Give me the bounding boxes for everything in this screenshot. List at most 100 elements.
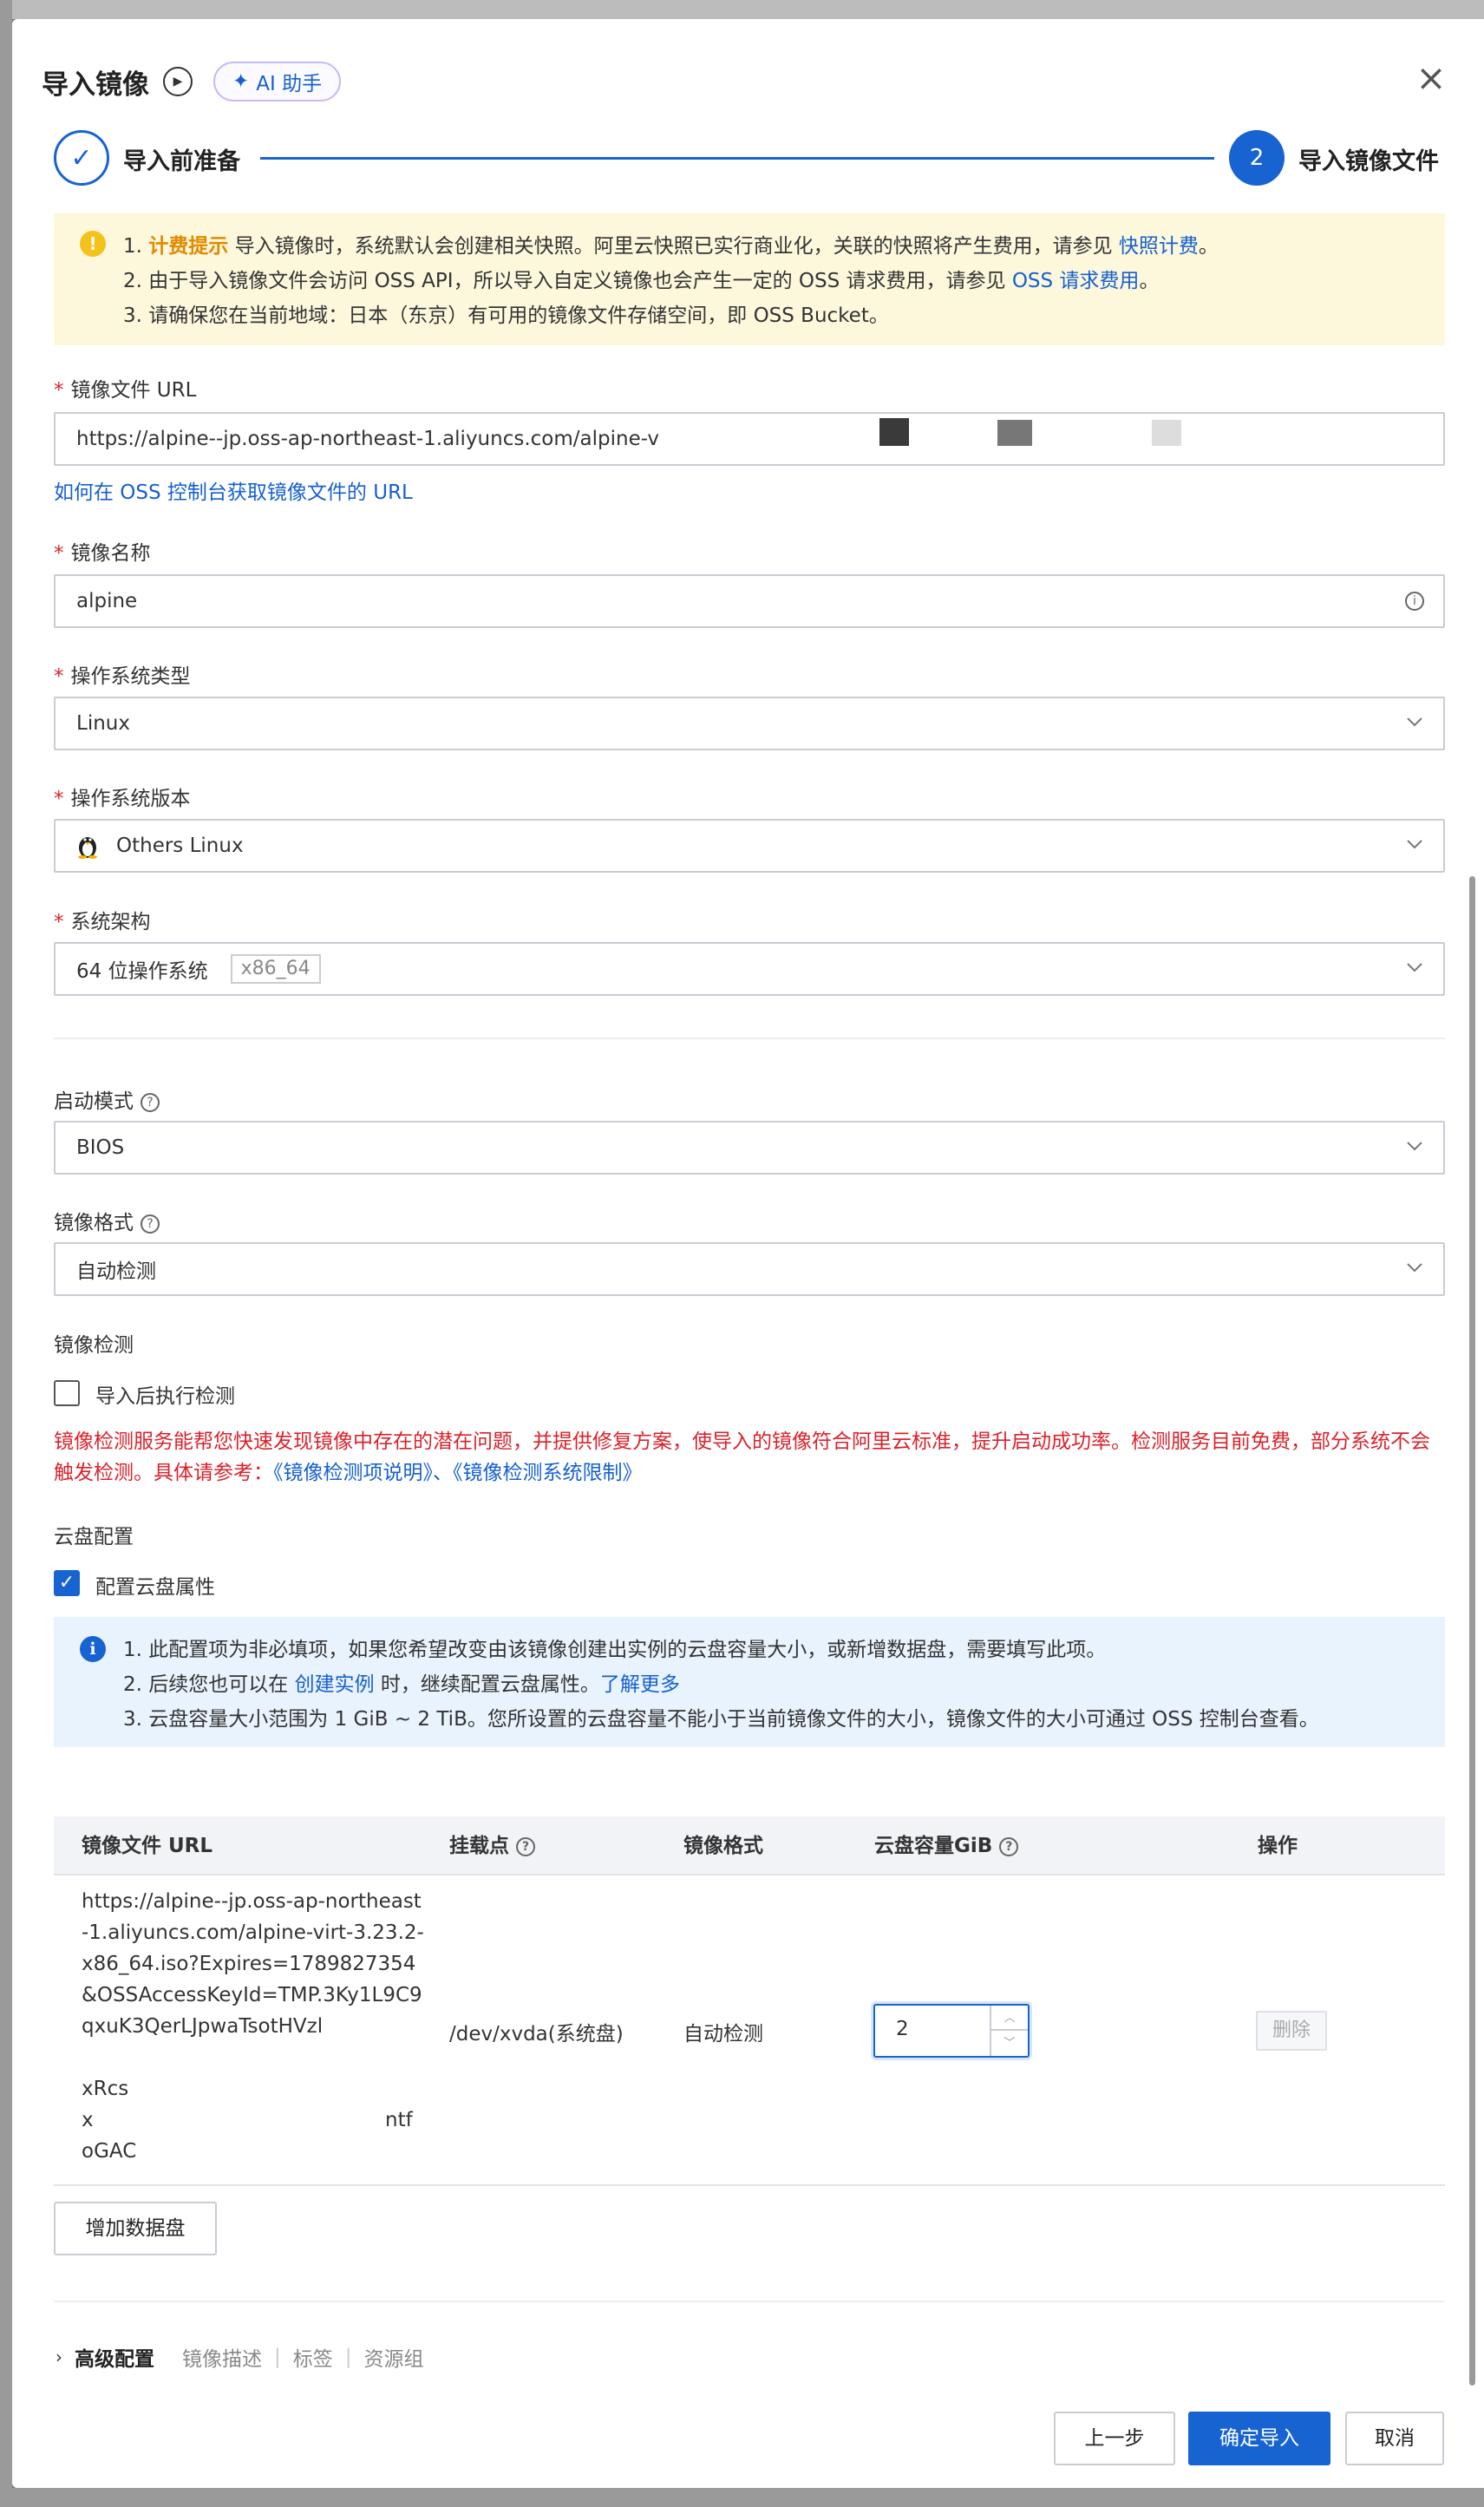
sparkle-icon: ✦: [232, 70, 250, 93]
image-format-value: 自动检测: [76, 1260, 156, 1283]
row-mount-point: /dev/xvda(系统盘): [449, 2023, 624, 2046]
billing-tip-label: 计费提示: [148, 235, 229, 258]
image-check-label: 镜像检测: [54, 1334, 134, 1357]
info-icon: i: [80, 1636, 106, 1662]
oss-url-help-link[interactable]: 如何在 OSS 控制台获取镜像文件的 URL: [54, 475, 413, 505]
architecture-value: 64 位操作系统: [76, 960, 208, 983]
advanced-item-resource-group: 资源组: [363, 2348, 424, 2371]
warning-line-1: 1. 计费提示 导入镜像时，系统默认会创建相关快照。阿里云快照已实行商业化，关联…: [123, 229, 1445, 264]
disk-config-checkbox[interactable]: ✓: [54, 1570, 80, 1596]
help-icon[interactable]: ?: [141, 1214, 160, 1234]
col-disk-size: 云盘容量GiB?: [874, 1816, 1019, 1875]
image-check-desc-text: 镜像检测服务能帮您快速发现镜像中存在的潜在问题，并提供修复方案，使导入的镜像符合…: [54, 1430, 1430, 1484]
disk-size-stepper[interactable]: 2 ︿ ﹀: [873, 2004, 1030, 2058]
backdrop-bottom: [0, 2488, 1484, 2507]
separator: |: [344, 2346, 352, 2368]
billing-warning-box: ! 1. 计费提示 导入镜像时，系统默认会创建相关快照。阿里云快照已实行商业化，…: [54, 213, 1445, 345]
help-icon[interactable]: ?: [999, 1836, 1019, 1856]
create-instance-link[interactable]: 创建实例: [295, 1673, 375, 1696]
advanced-config-title: 高级配置: [75, 2348, 154, 2371]
chevron-down-icon[interactable]: ﹀: [991, 2031, 1028, 2056]
image-format-select[interactable]: 自动检测: [54, 1242, 1445, 1296]
scrollbar[interactable]: [1469, 876, 1475, 2386]
image-url-value: https://alpine--jp.oss-ap-northeast-1.al…: [76, 428, 660, 450]
disk-config-option-label[interactable]: 配置云盘属性: [95, 1570, 215, 1600]
os-type-value: Linux: [76, 712, 130, 735]
table-row-border: [54, 2184, 1445, 2186]
chevron-down-icon: [1405, 1258, 1424, 1277]
disk-size-value: 2: [896, 2018, 909, 2040]
image-url-label: * 镜像文件 URL: [54, 379, 197, 402]
image-format-label: 镜像格式?: [54, 1206, 160, 1235]
step-connector: [260, 157, 1214, 160]
image-check-checkbox[interactable]: [54, 1380, 80, 1406]
row-image-url: https://alpine--jp.oss-ap-northeast-1.al…: [82, 1886, 428, 2167]
advanced-item-tags: 标签: [292, 2348, 333, 2371]
chevron-down-icon: [1405, 1136, 1424, 1155]
linux-penguin-icon: [76, 833, 99, 859]
step1-label: 导入前准备: [123, 148, 240, 175]
row-url-redacted-lines: xRcs x ntf oGAC: [82, 2073, 428, 2167]
image-name-label: * 镜像名称: [54, 542, 151, 565]
image-check-description: 镜像检测服务能帮您快速发现镜像中存在的潜在问题，并提供修复方案，使导入的镜像符合…: [54, 1426, 1445, 1489]
previous-step-button[interactable]: 上一步: [1054, 2412, 1175, 2465]
boot-mode-select[interactable]: BIOS: [54, 1121, 1445, 1175]
boot-mode-value: BIOS: [76, 1136, 125, 1159]
image-name-input[interactable]: alpine i: [54, 574, 1445, 628]
info-icon: i: [1405, 592, 1424, 611]
step2-number: 2: [1229, 130, 1285, 186]
architecture-tag: x86_64: [230, 954, 321, 984]
disk-table-header: 镜像文件 URL 挂载点? 镜像格式 云盘容量GiB? 操作: [54, 1816, 1445, 1875]
os-type-select[interactable]: Linux: [54, 697, 1445, 750]
col-image-url: 镜像文件 URL: [82, 1835, 213, 1857]
stepper-arrows: ︿ ﹀: [990, 2006, 1028, 2056]
architecture-select[interactable]: 64 位操作系统 x86_64: [54, 942, 1445, 996]
chevron-up-icon[interactable]: ︿: [991, 2006, 1028, 2031]
info-l2-mid: 时，继续配置云盘属性。: [380, 1673, 600, 1696]
info-line-1: 1. 此配置项为非必填项，如果您希望改变由该镜像创建出实例的云盘容量大小，或新增…: [123, 1639, 1107, 1661]
os-type-label: * 操作系统类型: [54, 665, 191, 688]
help-icon[interactable]: ?: [141, 1092, 160, 1112]
oss-request-billing-link[interactable]: OSS 请求费用: [1012, 270, 1140, 292]
row-url-tail: ntf: [385, 2109, 413, 2131]
row-url-text: https://alpine--jp.oss-ap-northeast-1.al…: [82, 1890, 424, 2038]
delete-button[interactable]: 删除: [1256, 2011, 1327, 2051]
chevron-down-icon: [1405, 835, 1424, 854]
warning-icon: !: [80, 231, 106, 257]
advanced-item-description: 镜像描述: [182, 2348, 262, 2371]
architecture-label: * 系统架构: [54, 911, 151, 933]
snapshot-billing-link[interactable]: 快照计费: [1119, 235, 1199, 258]
cancel-button[interactable]: 取消: [1345, 2412, 1444, 2465]
os-version-select[interactable]: Others Linux: [54, 819, 1445, 873]
info-line-3: 3. 云盘容量大小范围为 1 GiB ~ 2 TiB。您所设置的云盘容量不能小于…: [123, 1708, 1319, 1731]
chevron-down-icon: [1405, 958, 1424, 977]
ai-assistant-button[interactable]: ✦ AI 助手: [213, 62, 342, 101]
dialog-header: 导入镜像 ▶ ✦ AI 助手: [42, 59, 342, 104]
row-image-format: 自动检测: [683, 2023, 763, 2046]
redaction-block: [997, 420, 1032, 446]
os-version-value: Others Linux: [116, 835, 244, 857]
play-video-icon[interactable]: ▶: [163, 67, 193, 96]
warning-l2-text: 2. 由于导入镜像文件会访问 OSS API，所以导入自定义镜像也会产生一定的 …: [123, 270, 1006, 292]
dialog-title: 导入镜像: [42, 69, 149, 101]
confirm-import-button[interactable]: 确定导入: [1188, 2412, 1330, 2465]
redaction-mask: [694, 416, 954, 461]
row-url-tail: oGAC: [82, 2140, 137, 2163]
learn-more-link[interactable]: 了解更多: [600, 1673, 680, 1696]
step1-check-icon: ✓: [54, 130, 109, 186]
image-check-docs-link[interactable]: 《镜像检测项说明》、《镜像检测系统限制》: [273, 1462, 643, 1484]
help-icon[interactable]: ?: [516, 1836, 535, 1856]
warning-l1-prefix: 1.: [123, 235, 142, 258]
advanced-config-toggle[interactable]: › 高级配置 镜像描述 | 标签 | 资源组: [56, 2342, 424, 2372]
boot-mode-label: 启动模式?: [54, 1084, 160, 1114]
warning-l1-text: 导入镜像时，系统默认会创建相关快照。阿里云快照已实行商业化，关联的快照将产生费用…: [234, 235, 1113, 258]
image-name-value: alpine: [76, 590, 138, 612]
warning-l1-end: 。: [1198, 235, 1219, 258]
info-l2-text: 2. 后续您也可以在: [123, 1673, 289, 1696]
image-check-option-label[interactable]: 导入后执行检测: [95, 1379, 235, 1409]
close-icon[interactable]: ×: [1414, 60, 1448, 96]
disk-info-box: i 1. 此配置项为非必填项，如果您希望改变由该镜像创建出实例的云盘容量大小，或…: [54, 1617, 1445, 1747]
os-version-label: * 操作系统版本: [54, 788, 191, 810]
row-url-tail: xRcs: [82, 2078, 129, 2100]
add-data-disk-button[interactable]: 增加数据盘: [54, 2202, 217, 2255]
